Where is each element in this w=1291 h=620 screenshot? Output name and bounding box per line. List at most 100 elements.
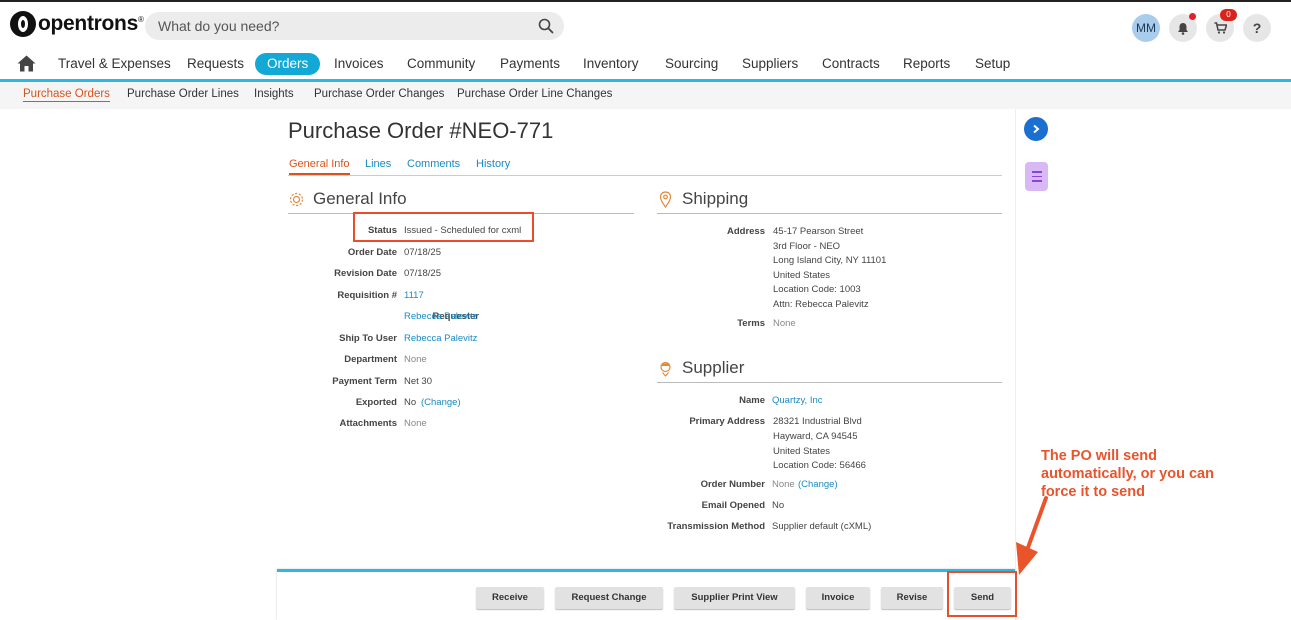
- notification-dot: [1189, 13, 1196, 20]
- subnav-purchase-order-line-changes[interactable]: Purchase Order Line Changes: [457, 88, 612, 100]
- address-line-1: 45-17 Pearson Street: [773, 226, 864, 237]
- nav-setup[interactable]: Setup: [975, 53, 1010, 75]
- nav-inventory[interactable]: Inventory: [583, 53, 639, 75]
- expand-panel-button[interactable]: [1024, 117, 1048, 141]
- primary-address-label: Primary Address: [689, 416, 765, 427]
- annotation-line-3: force it to send: [1041, 484, 1145, 500]
- exported-change-link[interactable]: (Change): [421, 397, 461, 408]
- revision-date-label: Revision Date: [334, 268, 397, 279]
- nav-sourcing[interactable]: Sourcing: [665, 53, 718, 75]
- shipping-divider: [657, 213, 1002, 214]
- address-line-6: Attn: Rebecca Palevitz: [773, 299, 869, 310]
- tab-comments[interactable]: Comments: [407, 158, 460, 170]
- request-change-button[interactable]: Request Change: [555, 587, 663, 609]
- order-date-value: 07/18/25: [404, 247, 441, 258]
- search-input[interactable]: [145, 12, 515, 40]
- logo-registered-mark: ®: [137, 15, 144, 24]
- help-button[interactable]: ?: [1243, 14, 1271, 42]
- order-number-value: None: [772, 479, 795, 490]
- requester-link[interactable]: Rebecca Palevitz: [404, 311, 477, 322]
- department-label: Department: [344, 354, 397, 365]
- logo-text: opentrons: [38, 12, 138, 35]
- receive-button[interactable]: Receive: [476, 587, 544, 609]
- annotation-line-1: The PO will send: [1041, 448, 1158, 464]
- subnav-insights[interactable]: Insights: [254, 88, 294, 100]
- attachments-label: Attachments: [339, 418, 397, 429]
- ship-to-user-link[interactable]: Rebecca Palevitz: [404, 333, 477, 344]
- subnav-purchase-order-lines[interactable]: Purchase Order Lines: [127, 88, 239, 100]
- primary-address-line-3: United States: [773, 446, 831, 457]
- revision-date-value: 07/18/25: [404, 268, 441, 279]
- supplier-person-icon: [660, 361, 671, 377]
- nav-reports[interactable]: Reports: [903, 53, 950, 75]
- search-icon[interactable]: [538, 18, 554, 34]
- nav-community[interactable]: Community: [407, 53, 475, 75]
- cart-icon: [1214, 22, 1227, 34]
- email-opened-value: No: [772, 500, 785, 511]
- transmission-method-value: Supplier default (cXML): [772, 521, 872, 532]
- supplier-print-view-button[interactable]: Supplier Print View: [674, 587, 795, 609]
- primary-address-line-4: Location Code: 56466: [773, 460, 866, 471]
- nav-travel-expenses[interactable]: Travel & Expenses: [58, 53, 171, 75]
- transmission-method-label: Transmission Method: [667, 521, 765, 532]
- help-icon: ?: [1252, 20, 1262, 36]
- email-opened-label: Email Opened: [701, 500, 765, 511]
- gear-icon: [289, 192, 304, 206]
- cart-count-badge: 0: [1220, 9, 1237, 21]
- subnav-purchase-order-changes[interactable]: Purchase Order Changes: [314, 88, 444, 100]
- address-line-3: Long Island City, NY 11101: [773, 255, 887, 266]
- cart-button[interactable]: 0: [1206, 9, 1237, 42]
- main-nav: Travel & Expenses Requests Orders Invoic…: [0, 50, 1291, 79]
- sub-nav: Purchase Orders Purchase Order Lines Ins…: [0, 82, 1291, 109]
- left-blank-area: [0, 109, 277, 620]
- status-label: Status: [367, 225, 397, 236]
- nav-payments[interactable]: Payments: [500, 53, 560, 75]
- annotation-arrow-icon: [1016, 496, 1048, 575]
- menu-line-icon: [1031, 180, 1042, 182]
- home-icon[interactable]: [17, 55, 36, 72]
- subnav-purchase-orders[interactable]: Purchase Orders: [23, 88, 110, 102]
- address-line-2: 3rd Floor - NEO: [773, 241, 841, 252]
- requisition-label: Requisition #: [337, 290, 397, 301]
- bell-icon: [1178, 22, 1188, 35]
- nav-orders[interactable]: Orders: [255, 53, 321, 75]
- status-value: Issued - Scheduled for cxml: [404, 225, 522, 236]
- general-info-heading: General Info: [288, 189, 407, 209]
- requisition-link[interactable]: 1117: [404, 290, 424, 301]
- general-info-title: General Info: [313, 189, 407, 208]
- address-line-5: Location Code: 1003: [773, 284, 861, 295]
- opentrons-logo[interactable]: opentrons®: [10, 11, 144, 37]
- menu-line-icon: [1031, 171, 1042, 173]
- page-title: Purchase Order #NEO-771: [288, 118, 554, 143]
- address-line-4: United States: [773, 270, 831, 281]
- terms-label: Terms: [737, 318, 765, 329]
- nav-requests[interactable]: Requests: [187, 53, 244, 75]
- invoice-button[interactable]: Invoice: [806, 587, 870, 609]
- supplier-name-link[interactable]: Quartzy, Inc: [772, 395, 823, 406]
- search-bar: [145, 12, 564, 40]
- exported-label: Exported: [355, 397, 397, 408]
- order-number-label: Order Number: [700, 479, 765, 490]
- notifications-button[interactable]: [1169, 13, 1197, 42]
- order-number-change-link[interactable]: (Change): [798, 479, 838, 490]
- ship-to-user-label: Ship To User: [339, 333, 397, 344]
- supplier-heading: Supplier: [657, 358, 744, 378]
- revise-button[interactable]: Revise: [881, 587, 943, 609]
- attachments-value: None: [404, 418, 427, 429]
- payment-term-label: Payment Term: [332, 376, 397, 387]
- opentrons-logo-icon: [10, 11, 36, 37]
- payment-term-value: Net 30: [404, 376, 432, 387]
- supplier-title: Supplier: [682, 358, 745, 377]
- tab-general-info[interactable]: General Info: [289, 158, 350, 175]
- shipping-heading: Shipping: [657, 189, 748, 209]
- order-date-label: Order Date: [347, 247, 397, 258]
- side-menu-button[interactable]: [1025, 162, 1048, 191]
- tab-history[interactable]: History: [476, 158, 510, 170]
- avatar[interactable]: MM: [1132, 14, 1160, 42]
- tab-lines[interactable]: Lines: [365, 158, 391, 170]
- nav-contracts[interactable]: Contracts: [822, 53, 880, 75]
- supplier-divider: [657, 382, 1002, 383]
- nav-invoices[interactable]: Invoices: [334, 53, 384, 75]
- nav-suppliers[interactable]: Suppliers: [742, 53, 798, 75]
- exported-value: No: [404, 397, 417, 408]
